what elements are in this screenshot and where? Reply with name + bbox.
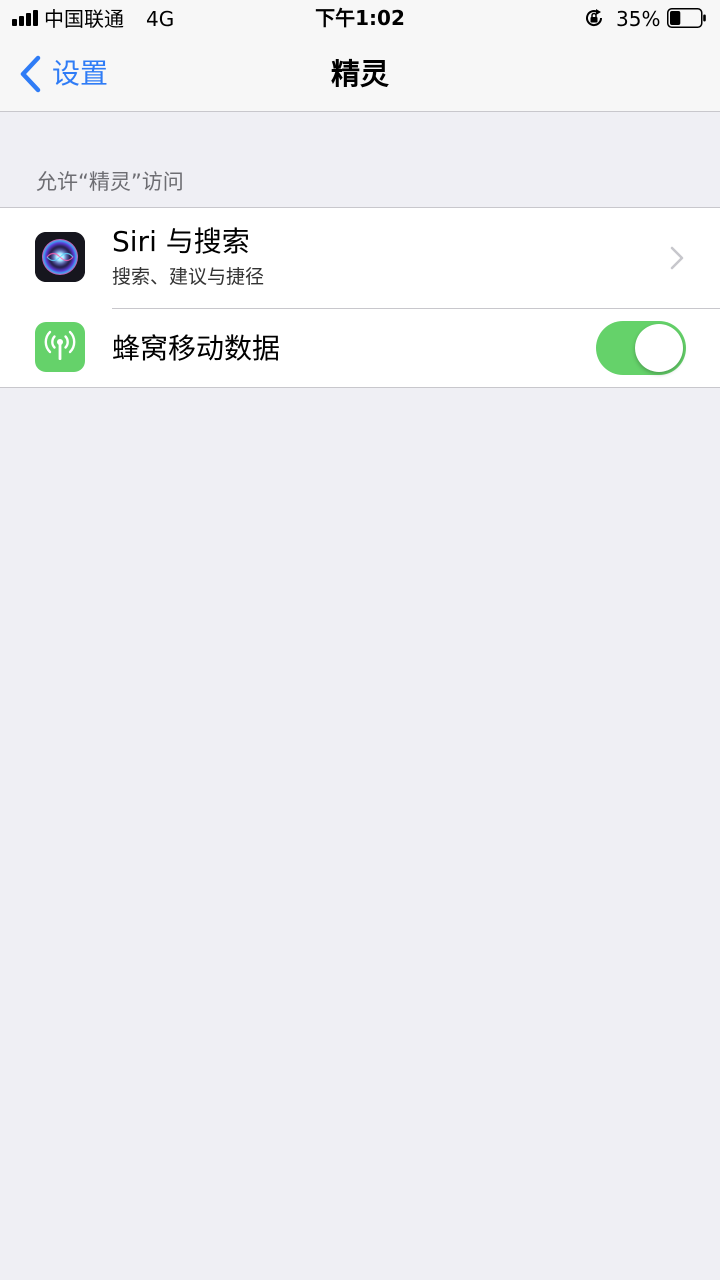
navigation-bar: 设置 精灵 xyxy=(0,40,720,112)
cellular-data-row: 蜂窝移动数据 xyxy=(0,309,720,387)
cellular-data-title: 蜂窝移动数据 xyxy=(112,332,281,365)
cellular-data-toggle[interactable] xyxy=(596,321,686,375)
status-time: 下午1:02 xyxy=(315,6,405,30)
battery-icon xyxy=(667,8,706,28)
page-title: 精灵 xyxy=(330,57,389,91)
battery-percent: 35% xyxy=(616,7,661,31)
chevron-right-icon xyxy=(670,246,684,270)
settings-group: Siri 与搜索 搜索、建议与捷径 蜂窝移动数据 xyxy=(0,207,720,388)
toggle-knob xyxy=(635,324,683,372)
cellular-antenna-icon xyxy=(35,322,85,372)
rotation-lock-icon xyxy=(586,9,603,27)
siri-search-row[interactable]: Siri 与搜索 搜索、建议与捷径 xyxy=(0,208,720,308)
siri-search-subtitle: 搜索、建议与捷径 xyxy=(112,266,265,288)
section-header: 允许“精灵”访问 xyxy=(36,170,184,194)
status-bar: 中国联通 4G 下午1:02 35% xyxy=(0,0,720,40)
siri-icon xyxy=(35,232,85,282)
siri-search-title: Siri 与搜索 xyxy=(112,225,250,258)
